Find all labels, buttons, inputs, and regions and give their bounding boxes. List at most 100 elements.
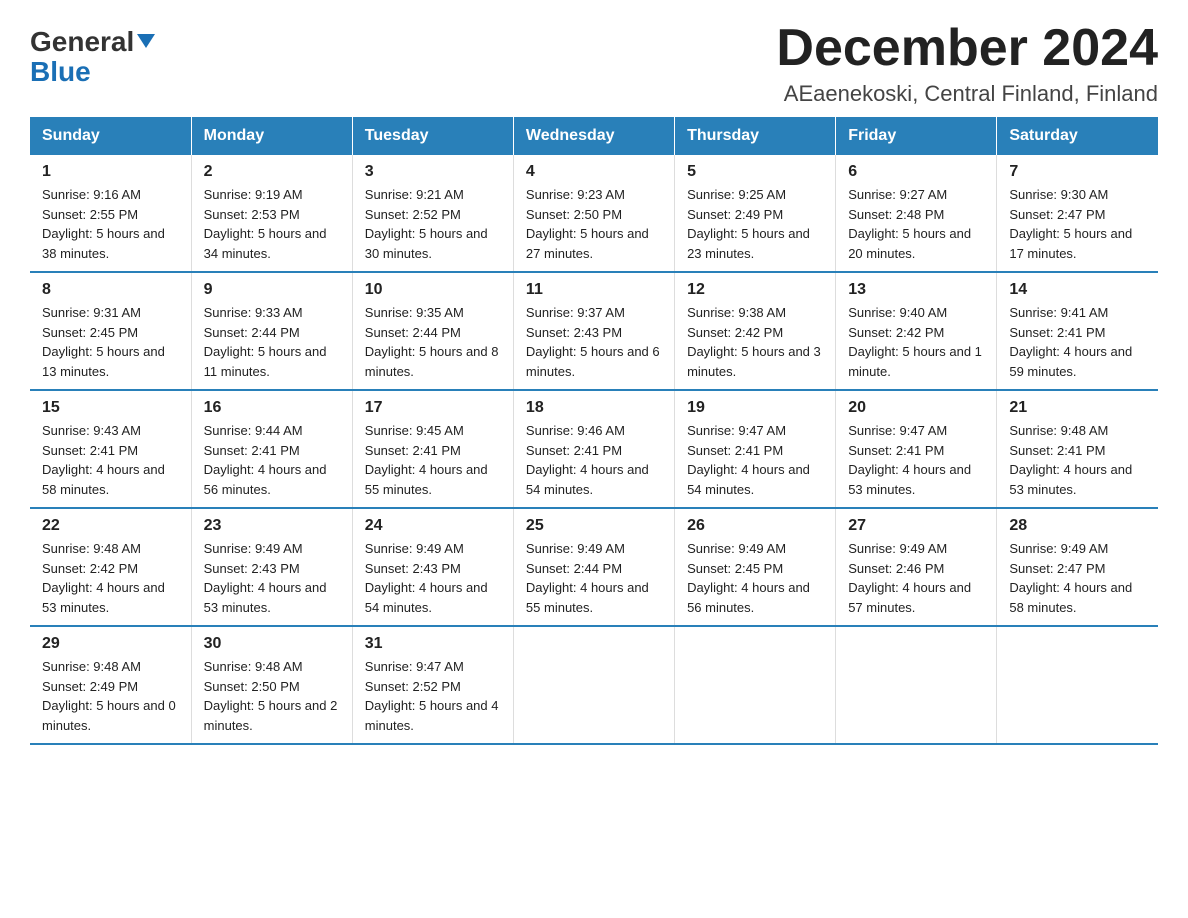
day-info: Sunrise: 9:30 AM Sunset: 2:47 PM Dayligh… xyxy=(1009,185,1146,263)
calendar-day-5: 5 Sunrise: 9:25 AM Sunset: 2:49 PM Dayli… xyxy=(675,155,836,272)
day-info: Sunrise: 9:35 AM Sunset: 2:44 PM Dayligh… xyxy=(365,303,501,381)
day-info: Sunrise: 9:19 AM Sunset: 2:53 PM Dayligh… xyxy=(204,185,340,263)
day-number: 12 xyxy=(687,281,823,299)
day-info: Sunrise: 9:49 AM Sunset: 2:47 PM Dayligh… xyxy=(1009,539,1146,617)
day-info: Sunrise: 9:49 AM Sunset: 2:46 PM Dayligh… xyxy=(848,539,984,617)
calendar-day-27: 27 Sunrise: 9:49 AM Sunset: 2:46 PM Dayl… xyxy=(836,508,997,626)
empty-cell xyxy=(513,626,674,744)
empty-cell xyxy=(836,626,997,744)
day-number: 7 xyxy=(1009,163,1146,181)
day-info: Sunrise: 9:37 AM Sunset: 2:43 PM Dayligh… xyxy=(526,303,662,381)
day-info: Sunrise: 9:49 AM Sunset: 2:43 PM Dayligh… xyxy=(365,539,501,617)
calendar-table: SundayMondayTuesdayWednesdayThursdayFrid… xyxy=(30,117,1158,745)
day-number: 9 xyxy=(204,281,340,299)
day-number: 10 xyxy=(365,281,501,299)
calendar-week-5: 29 Sunrise: 9:48 AM Sunset: 2:49 PM Dayl… xyxy=(30,626,1158,744)
day-number: 13 xyxy=(848,281,984,299)
day-number: 6 xyxy=(848,163,984,181)
day-info: Sunrise: 9:49 AM Sunset: 2:45 PM Dayligh… xyxy=(687,539,823,617)
day-number: 8 xyxy=(42,281,179,299)
calendar-day-8: 8 Sunrise: 9:31 AM Sunset: 2:45 PM Dayli… xyxy=(30,272,191,390)
calendar-day-18: 18 Sunrise: 9:46 AM Sunset: 2:41 PM Dayl… xyxy=(513,390,674,508)
calendar-day-3: 3 Sunrise: 9:21 AM Sunset: 2:52 PM Dayli… xyxy=(352,155,513,272)
day-number: 17 xyxy=(365,399,501,417)
calendar-day-12: 12 Sunrise: 9:38 AM Sunset: 2:42 PM Dayl… xyxy=(675,272,836,390)
day-info: Sunrise: 9:16 AM Sunset: 2:55 PM Dayligh… xyxy=(42,185,179,263)
day-info: Sunrise: 9:38 AM Sunset: 2:42 PM Dayligh… xyxy=(687,303,823,381)
day-number: 21 xyxy=(1009,399,1146,417)
calendar-day-23: 23 Sunrise: 9:49 AM Sunset: 2:43 PM Dayl… xyxy=(191,508,352,626)
logo-general-text: General xyxy=(30,28,134,56)
day-number: 16 xyxy=(204,399,340,417)
day-number: 23 xyxy=(204,517,340,535)
day-number: 14 xyxy=(1009,281,1146,299)
calendar-subtitle: AEaenekoski, Central Finland, Finland xyxy=(776,81,1158,107)
day-info: Sunrise: 9:48 AM Sunset: 2:42 PM Dayligh… xyxy=(42,539,179,617)
day-number: 29 xyxy=(42,635,179,653)
calendar-week-3: 15 Sunrise: 9:43 AM Sunset: 2:41 PM Dayl… xyxy=(30,390,1158,508)
logo-blue-text: Blue xyxy=(30,56,91,88)
calendar-day-9: 9 Sunrise: 9:33 AM Sunset: 2:44 PM Dayli… xyxy=(191,272,352,390)
day-number: 19 xyxy=(687,399,823,417)
calendar-day-20: 20 Sunrise: 9:47 AM Sunset: 2:41 PM Dayl… xyxy=(836,390,997,508)
day-number: 31 xyxy=(365,635,501,653)
weekday-header-monday: Monday xyxy=(191,117,352,155)
calendar-day-7: 7 Sunrise: 9:30 AM Sunset: 2:47 PM Dayli… xyxy=(997,155,1158,272)
calendar-week-2: 8 Sunrise: 9:31 AM Sunset: 2:45 PM Dayli… xyxy=(30,272,1158,390)
day-info: Sunrise: 9:48 AM Sunset: 2:49 PM Dayligh… xyxy=(42,657,179,735)
day-number: 25 xyxy=(526,517,662,535)
page-header: General Blue December 2024 AEaenekoski, … xyxy=(30,20,1158,107)
calendar-day-26: 26 Sunrise: 9:49 AM Sunset: 2:45 PM Dayl… xyxy=(675,508,836,626)
weekday-header-friday: Friday xyxy=(836,117,997,155)
calendar-title: December 2024 xyxy=(776,20,1158,77)
calendar-day-1: 1 Sunrise: 9:16 AM Sunset: 2:55 PM Dayli… xyxy=(30,155,191,272)
day-info: Sunrise: 9:33 AM Sunset: 2:44 PM Dayligh… xyxy=(204,303,340,381)
day-info: Sunrise: 9:25 AM Sunset: 2:49 PM Dayligh… xyxy=(687,185,823,263)
day-number: 22 xyxy=(42,517,179,535)
day-info: Sunrise: 9:47 AM Sunset: 2:52 PM Dayligh… xyxy=(365,657,501,735)
day-info: Sunrise: 9:46 AM Sunset: 2:41 PM Dayligh… xyxy=(526,421,662,499)
calendar-day-4: 4 Sunrise: 9:23 AM Sunset: 2:50 PM Dayli… xyxy=(513,155,674,272)
calendar-day-15: 15 Sunrise: 9:43 AM Sunset: 2:41 PM Dayl… xyxy=(30,390,191,508)
day-info: Sunrise: 9:31 AM Sunset: 2:45 PM Dayligh… xyxy=(42,303,179,381)
day-info: Sunrise: 9:23 AM Sunset: 2:50 PM Dayligh… xyxy=(526,185,662,263)
day-number: 11 xyxy=(526,281,662,299)
day-info: Sunrise: 9:49 AM Sunset: 2:44 PM Dayligh… xyxy=(526,539,662,617)
title-section: December 2024 AEaenekoski, Central Finla… xyxy=(776,20,1158,107)
day-info: Sunrise: 9:44 AM Sunset: 2:41 PM Dayligh… xyxy=(204,421,340,499)
calendar-day-6: 6 Sunrise: 9:27 AM Sunset: 2:48 PM Dayli… xyxy=(836,155,997,272)
calendar-day-11: 11 Sunrise: 9:37 AM Sunset: 2:43 PM Dayl… xyxy=(513,272,674,390)
calendar-day-24: 24 Sunrise: 9:49 AM Sunset: 2:43 PM Dayl… xyxy=(352,508,513,626)
day-number: 1 xyxy=(42,163,179,181)
calendar-day-2: 2 Sunrise: 9:19 AM Sunset: 2:53 PM Dayli… xyxy=(191,155,352,272)
calendar-day-16: 16 Sunrise: 9:44 AM Sunset: 2:41 PM Dayl… xyxy=(191,390,352,508)
day-info: Sunrise: 9:40 AM Sunset: 2:42 PM Dayligh… xyxy=(848,303,984,381)
logo-triangle-icon xyxy=(137,34,155,48)
day-info: Sunrise: 9:47 AM Sunset: 2:41 PM Dayligh… xyxy=(687,421,823,499)
day-number: 27 xyxy=(848,517,984,535)
weekday-header-row: SundayMondayTuesdayWednesdayThursdayFrid… xyxy=(30,117,1158,155)
day-number: 30 xyxy=(204,635,340,653)
weekday-header-wednesday: Wednesday xyxy=(513,117,674,155)
calendar-day-13: 13 Sunrise: 9:40 AM Sunset: 2:42 PM Dayl… xyxy=(836,272,997,390)
calendar-day-29: 29 Sunrise: 9:48 AM Sunset: 2:49 PM Dayl… xyxy=(30,626,191,744)
weekday-header-sunday: Sunday xyxy=(30,117,191,155)
day-number: 3 xyxy=(365,163,501,181)
calendar-day-30: 30 Sunrise: 9:48 AM Sunset: 2:50 PM Dayl… xyxy=(191,626,352,744)
day-number: 5 xyxy=(687,163,823,181)
calendar-day-28: 28 Sunrise: 9:49 AM Sunset: 2:47 PM Dayl… xyxy=(997,508,1158,626)
day-info: Sunrise: 9:49 AM Sunset: 2:43 PM Dayligh… xyxy=(204,539,340,617)
empty-cell xyxy=(997,626,1158,744)
weekday-header-saturday: Saturday xyxy=(997,117,1158,155)
day-info: Sunrise: 9:41 AM Sunset: 2:41 PM Dayligh… xyxy=(1009,303,1146,381)
day-info: Sunrise: 9:27 AM Sunset: 2:48 PM Dayligh… xyxy=(848,185,984,263)
day-info: Sunrise: 9:43 AM Sunset: 2:41 PM Dayligh… xyxy=(42,421,179,499)
empty-cell xyxy=(675,626,836,744)
day-info: Sunrise: 9:47 AM Sunset: 2:41 PM Dayligh… xyxy=(848,421,984,499)
calendar-day-10: 10 Sunrise: 9:35 AM Sunset: 2:44 PM Dayl… xyxy=(352,272,513,390)
day-info: Sunrise: 9:45 AM Sunset: 2:41 PM Dayligh… xyxy=(365,421,501,499)
day-info: Sunrise: 9:48 AM Sunset: 2:50 PM Dayligh… xyxy=(204,657,340,735)
calendar-day-17: 17 Sunrise: 9:45 AM Sunset: 2:41 PM Dayl… xyxy=(352,390,513,508)
calendar-day-25: 25 Sunrise: 9:49 AM Sunset: 2:44 PM Dayl… xyxy=(513,508,674,626)
weekday-header-tuesday: Tuesday xyxy=(352,117,513,155)
